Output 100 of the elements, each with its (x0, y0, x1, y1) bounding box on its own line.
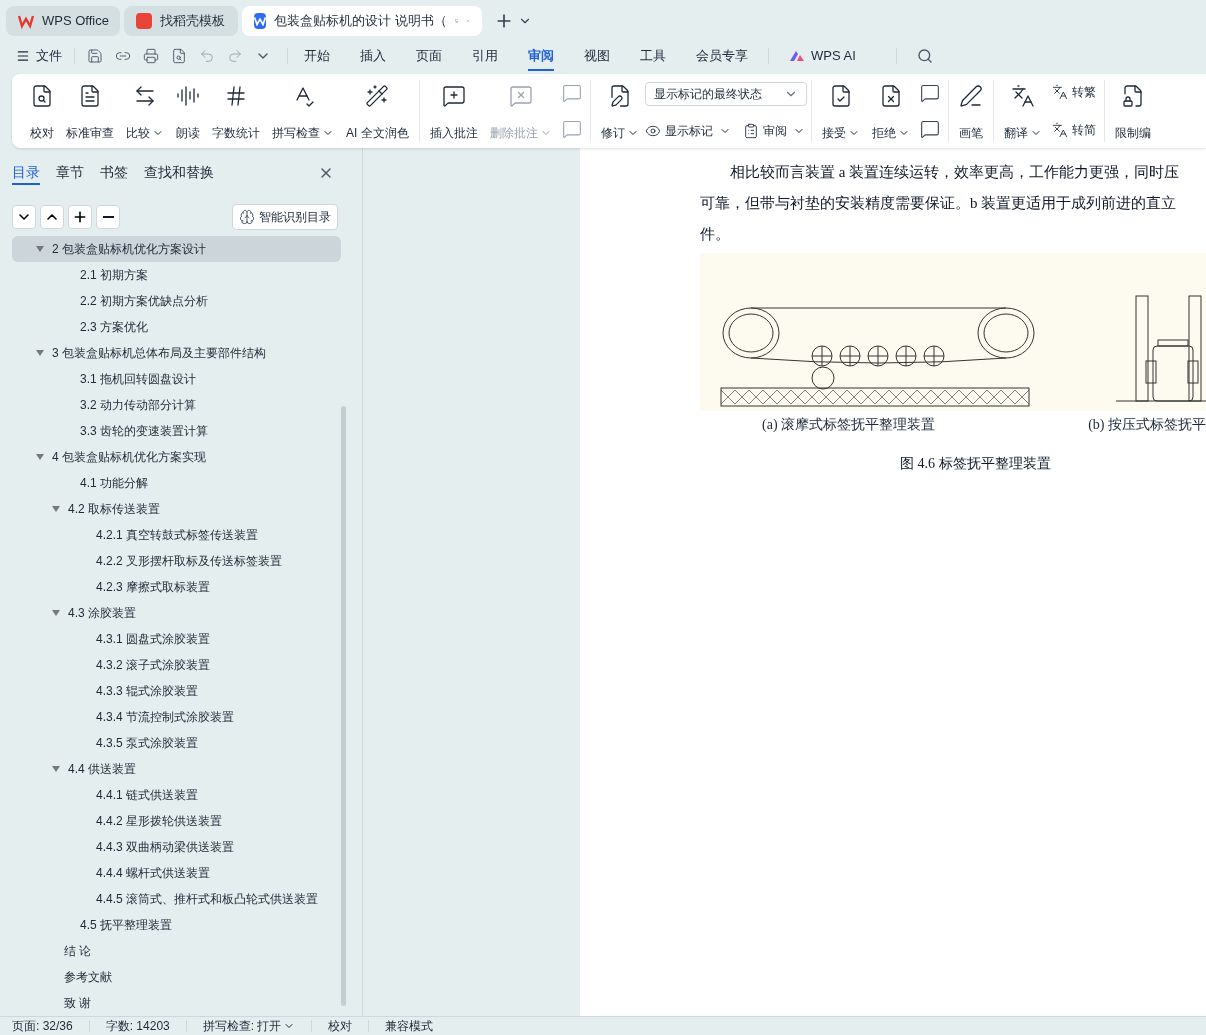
collapse-button[interactable] (12, 205, 36, 229)
ribbon-small-button[interactable]: 转简 (1051, 121, 1096, 139)
markup-select[interactable]: 显示标记的最终状态 (644, 82, 807, 106)
toc-item[interactable]: 2 包装盒贴标机优化方案设计 (12, 236, 341, 262)
toc-item[interactable]: 4.2 取标传送装置 (12, 496, 341, 522)
toc-item[interactable]: 4.3.4 节流控制式涂胶装置 (12, 704, 341, 730)
toc-item[interactable]: 4 包装盒贴标机优化方案实现 (12, 444, 341, 470)
toc-item[interactable]: 4.4.4 螺杆式供送装置 (12, 860, 341, 886)
ribbon-button[interactable]: 限制编 (1108, 80, 1157, 142)
window-tab[interactable]: 找稻壳模板 (124, 6, 238, 36)
menu-tab[interactable]: 视图 (584, 41, 610, 71)
smart-toc-button[interactable]: 智能识别目录 (232, 204, 338, 230)
remove-level-button[interactable] (96, 205, 120, 229)
plus-icon (72, 209, 88, 225)
toc-item[interactable]: 4.3.3 辊式涂胶装置 (12, 678, 341, 704)
menu-tab[interactable]: 工具 (640, 41, 666, 71)
print-preview-icon[interactable] (171, 48, 187, 64)
toc-item[interactable]: 4.2.3 摩擦式取标装置 (12, 574, 341, 600)
pen-icon (958, 84, 983, 108)
minus-icon (102, 216, 114, 218)
pane-tab[interactable]: 章节 (56, 161, 84, 185)
toc-item[interactable]: 4.3.5 泵式涂胶装置 (12, 730, 341, 756)
toc-item[interactable]: 4.2.2 叉形摆杆取标及传送标签装置 (12, 548, 341, 574)
ribbon-button[interactable]: 翻译 (997, 80, 1048, 142)
toc-item[interactable]: 3 包装盒贴标机总体布局及主要部件结构 (12, 340, 341, 366)
markup-icon (644, 123, 661, 139)
toc-item[interactable]: 4.3.2 滚子式涂胶装置 (12, 652, 341, 678)
toc-item[interactable]: 参考文献 (12, 964, 341, 990)
ribbon-button[interactable]: AI 全文润色 (340, 80, 415, 142)
toc-item[interactable]: 3.2 动力传动部分计算 (12, 392, 341, 418)
menu-icon (16, 49, 30, 63)
toc-item[interactable]: 结 论 (12, 938, 341, 964)
ribbon-small-button[interactable]: 审阅 (742, 122, 805, 140)
ribbon-button[interactable]: 拒绝 (865, 80, 916, 142)
ai-button[interactable]: WPS AI (789, 46, 856, 66)
menu-tab[interactable]: 审阅 (528, 41, 554, 71)
toc-item[interactable]: 2.3 方案优化 (12, 314, 341, 340)
menu-tab[interactable]: 插入 (360, 41, 386, 71)
ai-logo-icon (789, 50, 805, 62)
ribbon-button[interactable]: 比较 (120, 80, 170, 142)
ribbon-button[interactable]: 画笔 (952, 80, 989, 142)
pane-tab[interactable]: 查找和替换 (144, 161, 214, 185)
ribbon-button[interactable]: 校对 (24, 80, 60, 142)
toc-item[interactable]: 致 谢 (12, 990, 341, 1016)
toc-item[interactable]: 3.1 拖机回转圆盘设计 (12, 366, 341, 392)
paragraph-line: 可靠，但带与衬垫的安装精度需要保证。b 装置更适用于成列前进的直立 (700, 194, 1178, 213)
translate-icon (1010, 84, 1035, 108)
magic-wand-icon (365, 84, 390, 108)
menu-tab[interactable]: 页面 (416, 41, 442, 71)
convert-icon (1051, 84, 1068, 100)
toc-item[interactable]: 2.1 初期方案 (12, 262, 341, 288)
pane-tab[interactable]: 书签 (100, 161, 128, 185)
save-icon[interactable] (87, 48, 103, 64)
comment-previous-icon[interactable] (919, 83, 940, 103)
menu-tab[interactable]: 开始 (304, 41, 330, 71)
toc-item[interactable]: 4.3 涂胶装置 (12, 600, 341, 626)
toc-item[interactable]: 4.4.1 链式供送装置 (12, 782, 341, 808)
status-item: 校对 (327, 1018, 354, 1035)
file-menu[interactable]: 文件 (16, 46, 62, 66)
comment-next-icon[interactable] (919, 119, 940, 139)
toc-item[interactable]: 3.3 齿轮的变速装置计算 (12, 418, 341, 444)
search-icon[interactable] (916, 48, 933, 64)
expand-button[interactable] (40, 205, 64, 229)
toc-item[interactable]: 2.2 初期方案优缺点分析 (12, 288, 341, 314)
print-icon[interactable] (143, 48, 159, 64)
ribbon-button[interactable]: 拼写检查 (266, 80, 340, 142)
pane-tab[interactable]: 目录 (12, 161, 40, 185)
toc-item[interactable]: 4.3.1 圆盘式涂胶装置 (12, 626, 341, 652)
menu-tab[interactable]: 会员专享 (696, 41, 748, 71)
toc-item[interactable]: 4.4.5 滚筒式、推杆式和板凸轮式供送装置 (12, 886, 341, 912)
status-item: 字数: 14203 (104, 1018, 171, 1035)
toc-item[interactable]: 4.5 抚平整理装置 (12, 912, 341, 938)
ribbon-button[interactable]: 标准审查 (60, 80, 120, 142)
menu-tab[interactable]: 引用 (472, 41, 498, 71)
scrollbar[interactable] (341, 406, 346, 1006)
app-logo-icon (18, 13, 34, 29)
toc-item[interactable]: 4.4 供送装置 (12, 756, 341, 782)
toc-item[interactable]: 4.4.2 星形拨轮供送装置 (12, 808, 341, 834)
toc-item[interactable]: 4.4.3 双曲柄动梁供送装置 (12, 834, 341, 860)
ribbon-button[interactable]: 朗读 (170, 80, 206, 142)
figure-caption: 图 4.6 标签抚平整理装置 (900, 455, 1052, 473)
status-item[interactable]: 拼写检查: 打开 (198, 1017, 300, 1035)
toc-item[interactable]: 4.2.1 真空转鼓式标签传送装置 (12, 522, 341, 548)
app-logo-icon (136, 13, 152, 29)
status-item: 页面: 32/36 (11, 1018, 74, 1035)
ribbon-button[interactable]: 接受 (815, 80, 866, 142)
window-tab[interactable]: WPS Office (6, 6, 120, 36)
convert-icon (1051, 122, 1068, 138)
ribbon-button[interactable]: 插入批注 (423, 80, 484, 142)
ribbon-button[interactable]: 字数统计 (206, 80, 266, 142)
pane-icon (742, 123, 759, 139)
ribbon-small-button[interactable]: 转繁 (1051, 83, 1096, 101)
add-level-button[interactable] (68, 205, 92, 229)
ribbon-small-button[interactable]: 显示标记 (644, 122, 731, 140)
toc-item[interactable]: 4.1 功能分解 (12, 470, 341, 496)
ribbon-button[interactable]: 修订 (594, 80, 645, 142)
proofread-icon (30, 84, 54, 108)
paragraph-line: 相比较而言装置 a 装置连续运转，效率更高，工作能力更强，同时压 (729, 163, 1181, 182)
subfigure-caption: (a) 滚摩式标签抚平整理装置 (762, 416, 936, 434)
subfigure-caption: (b) 按压式标签抚平 (1088, 416, 1206, 434)
